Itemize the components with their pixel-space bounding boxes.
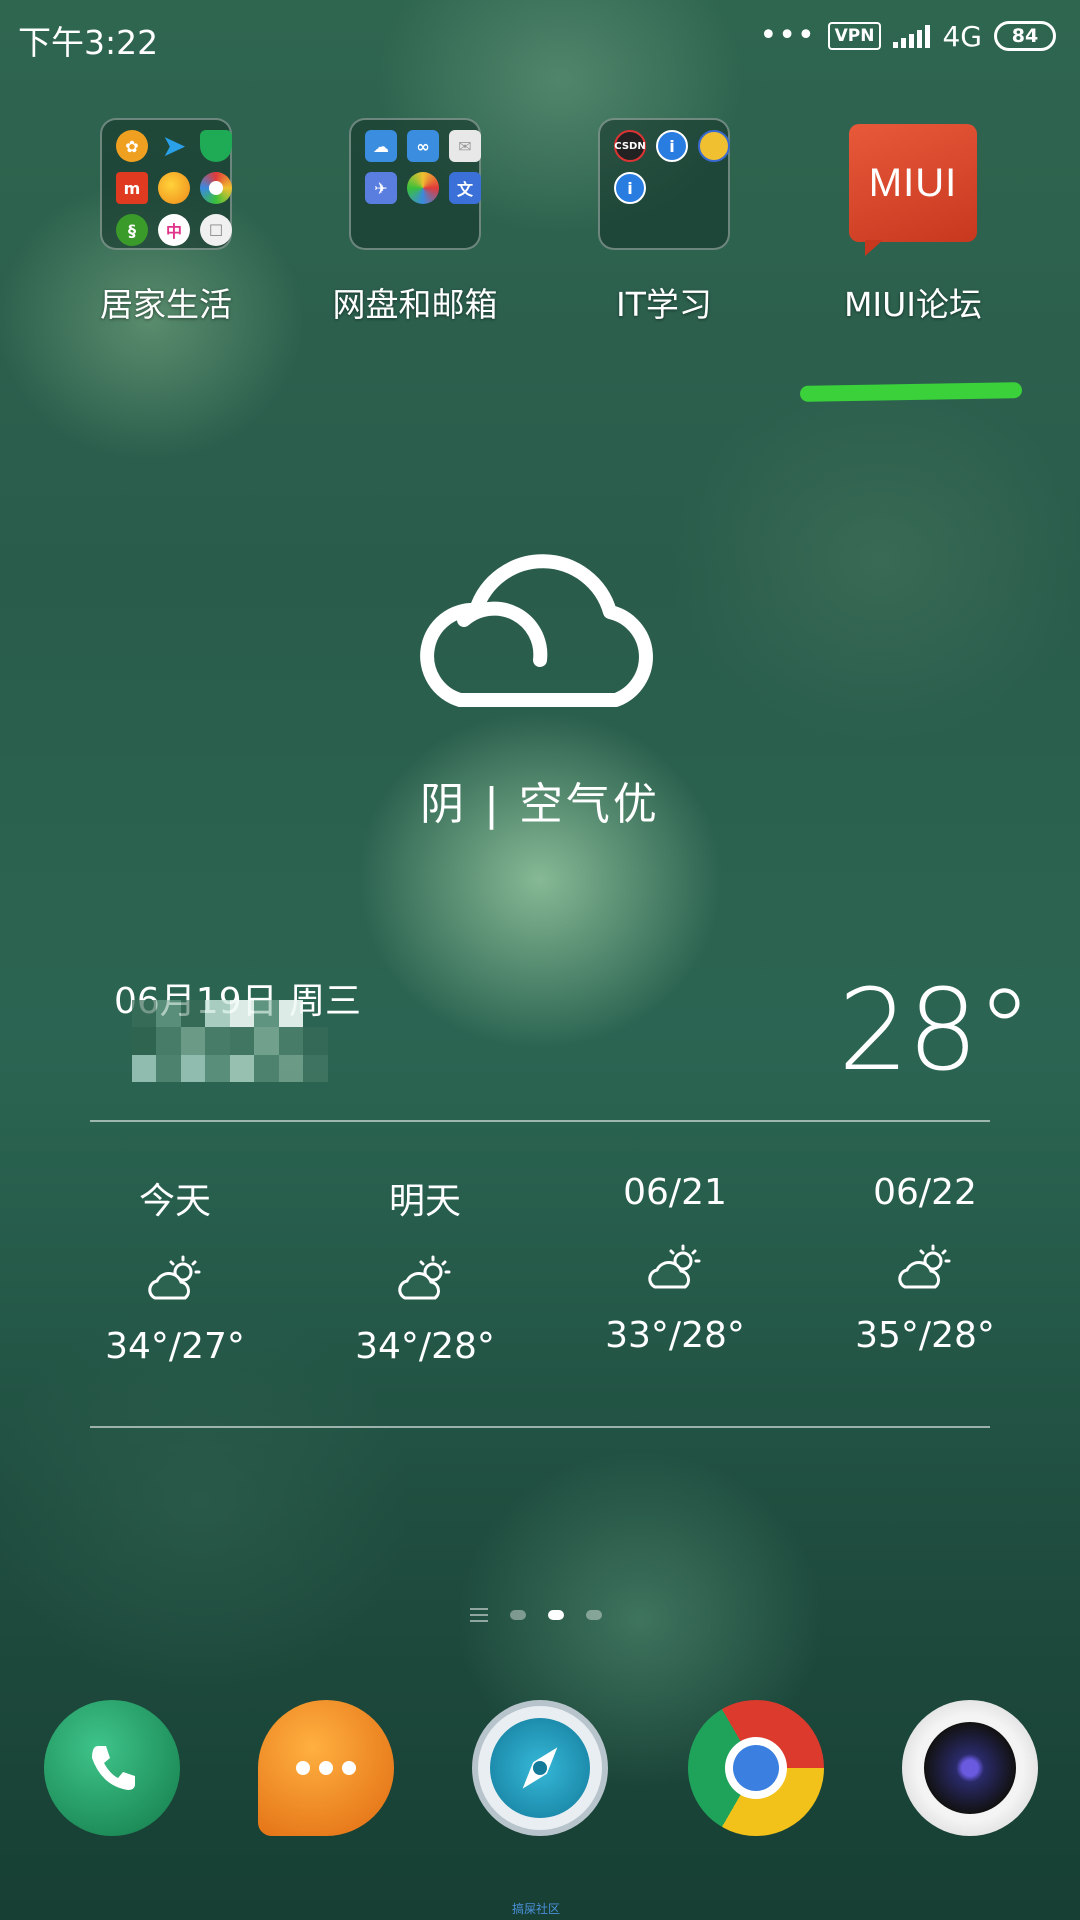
green-annotation-stroke	[799, 382, 1023, 402]
current-temperature[interactable]: 28°	[838, 966, 1033, 1096]
weather-description[interactable]: 阴 | 空气优	[340, 768, 740, 832]
folder-cloud-mail[interactable]: ☁ ∞ ✉ ✈ 文 网盘和邮箱	[305, 118, 525, 326]
messages-icon[interactable]	[258, 1700, 394, 1836]
miui-forum-icon[interactable]: MIUI	[849, 124, 977, 256]
dock	[0, 1700, 1080, 1840]
chrome-icon[interactable]	[688, 1700, 824, 1836]
info-icon: i	[614, 172, 646, 204]
mail-icon: ✉	[449, 130, 481, 162]
forecast-temp: 34°/28°	[355, 1326, 495, 1367]
cloud-sync-icon: ∞	[407, 130, 439, 162]
weather-icon	[158, 172, 190, 204]
partly-cloudy-icon	[898, 1244, 951, 1289]
shield-icon	[200, 130, 232, 162]
folder-home-life[interactable]: ✿ ➤ m § 中 ☐ 居家生活	[56, 118, 276, 326]
cloud-drive-icon: ☁	[365, 130, 397, 162]
info-icon: i	[656, 130, 688, 162]
app-label: 网盘和邮箱	[332, 285, 498, 324]
green-app-icon: §	[116, 214, 148, 246]
status-time: 下午3:22	[18, 23, 159, 62]
mi-icon: m	[116, 172, 148, 204]
pixelated-redaction	[132, 1000, 352, 1082]
status-icons: ••• VPN 4G 84	[760, 18, 1056, 54]
forecast-label: 06/21	[623, 1172, 727, 1213]
pink-app-icon: 中	[158, 214, 190, 246]
cloud-icon[interactable]	[420, 520, 660, 724]
page-dot[interactable]	[510, 1610, 526, 1620]
page-dot[interactable]	[586, 1610, 602, 1620]
folder-icon[interactable]: CSDN i i	[598, 118, 730, 250]
folder-it-learning[interactable]: CSDN i i IT学习	[554, 118, 774, 326]
folder-icon[interactable]: ✿ ➤ m § 中 ☐	[100, 118, 232, 250]
folder-icon[interactable]: ☁ ∞ ✉ ✈ 文	[349, 118, 481, 250]
status-bar: 下午3:22 ••• VPN 4G 84	[0, 0, 1080, 72]
forecast-day: 06/22 35°/28°	[800, 1172, 1050, 1367]
partly-cloudy-icon	[648, 1244, 701, 1289]
forecast-label: 今天	[138, 1181, 211, 1222]
send-icon: ➤	[161, 128, 187, 164]
phone-icon[interactable]	[44, 1700, 180, 1836]
text-icon: 文	[449, 172, 481, 204]
app-label: 居家生活	[100, 285, 232, 324]
battery-icon: 84	[994, 21, 1056, 51]
photos-icon	[407, 172, 439, 204]
forecast-day: 06/21 33°/28°	[550, 1172, 800, 1367]
vpn-badge: VPN	[827, 22, 882, 50]
forecast-label: 明天	[388, 1181, 461, 1222]
page-dot-active[interactable]	[548, 1610, 564, 1620]
browser-icon[interactable]	[472, 1700, 608, 1836]
camera-icon[interactable]	[902, 1700, 1038, 1836]
divider	[90, 1120, 990, 1122]
forecast-temp: 33°/28°	[605, 1315, 745, 1356]
network-type: 4G	[942, 19, 982, 53]
page-indicator[interactable]	[470, 1608, 602, 1622]
forecast-day: 今天 34°/27°	[50, 1172, 300, 1367]
china-mobile-icon: ✿	[116, 130, 148, 162]
signal-icon	[893, 24, 931, 48]
bird-icon: ✈	[365, 172, 397, 204]
white-app-icon: ☐	[200, 214, 232, 246]
more-notifications-icon: •••	[759, 18, 816, 53]
app-miui-forum[interactable]: MIUI MIUI论坛	[803, 118, 1023, 326]
battery-level: 84	[1011, 25, 1039, 47]
python-icon	[698, 130, 730, 162]
page-list-icon[interactable]	[470, 1608, 488, 1622]
forecast-temp: 35°/28°	[855, 1315, 995, 1356]
partly-cloudy-icon	[148, 1255, 201, 1300]
forecast-row[interactable]: 今天 34°/27° 明天 34°/28° 06/21 33°/28° 06/2…	[50, 1172, 1050, 1367]
app-label: MIUI论坛	[843, 285, 983, 324]
forecast-temp: 34°/27°	[105, 1326, 245, 1367]
app-label: IT学习	[616, 285, 712, 324]
forecast-day: 明天 34°/28°	[300, 1172, 550, 1367]
watermark: 搞屎社区	[512, 1902, 561, 1916]
forecast-label: 06/22	[873, 1172, 977, 1213]
partly-cloudy-icon	[398, 1255, 451, 1300]
color-ring-icon	[200, 172, 232, 204]
csdn-icon: CSDN	[614, 130, 646, 162]
divider	[90, 1426, 990, 1428]
